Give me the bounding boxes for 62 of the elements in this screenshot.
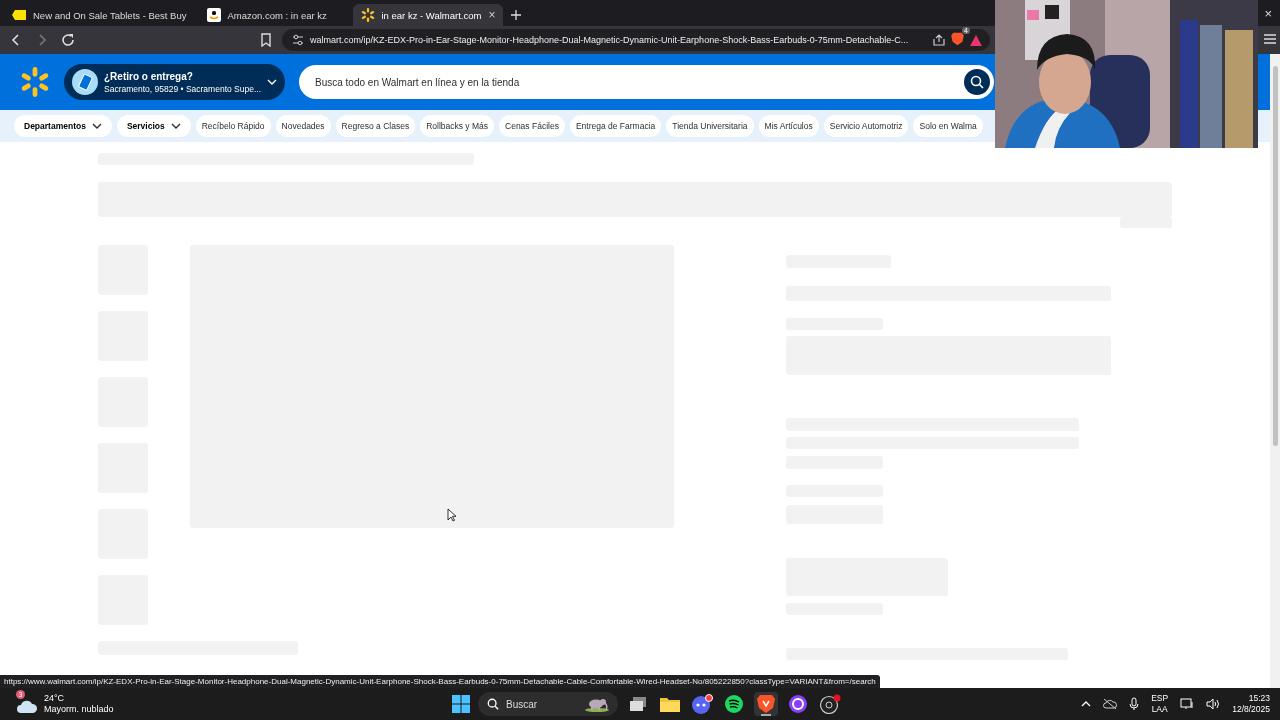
record-icon (819, 694, 841, 714)
category-pill[interactable]: Novedades (275, 115, 331, 137)
new-tab-icon[interactable] (511, 10, 522, 20)
chevron-down-icon (267, 79, 277, 85)
site-settings-icon[interactable] (292, 34, 304, 46)
url-text: walmart.com/ip/KZ-EDX-Pro-in-Ear-Stage-Monitor-Headphone-Dual-Magnetic-Dynamic-Unit-Earphone-Shock-Bass-Earbuds-0-75mm-Detachable-C... (310, 35, 910, 45)
discord-icon (691, 694, 713, 714)
category-pill[interactable]: Recíbelo Rápido (195, 115, 271, 137)
phone-hand-icon (72, 69, 98, 95)
close-tab-icon[interactable]: × (488, 8, 496, 22)
menu-icon[interactable] (1264, 33, 1276, 45)
category-pill[interactable]: Solo en Walma (913, 115, 983, 137)
category-pill[interactable]: Servicios (116, 115, 191, 137)
cloud-off-icon[interactable] (1103, 698, 1118, 710)
network-icon[interactable] (1180, 698, 1195, 710)
category-pill[interactable]: Servicio Automotriz (823, 115, 909, 137)
category-pill[interactable]: Rollbacks y Más (420, 115, 495, 137)
taskbar-search-field[interactable]: Buscar (478, 692, 618, 716)
reload-icon[interactable] (60, 32, 76, 48)
cloud-icon (16, 698, 38, 714)
spark-logo-icon (360, 8, 375, 22)
windows-start-icon[interactable] (452, 695, 470, 713)
status-url: https://www.walmart.com/ip/KZ-EDX-Pro-in-Ear-Stage-Monitor-Headphone-Dual-Magnetic-Dynamic-Unit-Earphone-Shock-Bass-Earbuds-0-75mm-Detachable-Cable-Comfortable-Wired-Headset-No/805222850?classType=VARIANT&from=/search (0, 675, 880, 688)
tag-icon (12, 10, 26, 20)
browser-tab[interactable]: New and On Sale Tablets - Best Buy (4, 4, 195, 26)
elephant-icon (584, 696, 610, 712)
search-field[interactable]: Busca todo en Walmart en línea y en la tienda (299, 65, 994, 99)
spotify-icon (725, 695, 743, 713)
taskbar-app[interactable] (722, 692, 746, 716)
spark-logo-icon (20, 67, 50, 97)
category-pill[interactable]: Regreso a Clases (335, 115, 416, 137)
microphone-icon[interactable] (1129, 697, 1140, 711)
category-pill[interactable]: Tienda Universitaria (666, 115, 754, 137)
close-window-icon[interactable]: × (1264, 6, 1272, 21)
category-pill[interactable]: Cenas Fáciles (499, 115, 565, 137)
category-pill[interactable]: Departamentos (14, 115, 112, 137)
category-pill[interactable]: Entrega de Farmacia (569, 115, 662, 137)
volume-icon[interactable] (1206, 698, 1221, 710)
cursor-icon (447, 508, 456, 522)
delivery-selector[interactable]: ¿Retiro o entrega? Sacramento, 95829 • Sacramento Supe... (64, 64, 285, 100)
triangle-icon[interactable] (970, 34, 982, 46)
ring-icon (789, 695, 807, 713)
search-icon (970, 75, 984, 89)
taskbar-app[interactable] (754, 692, 778, 716)
scrollbar[interactable] (1270, 54, 1280, 688)
browser-tab[interactable]: Amazon.com : in ear kz (198, 4, 349, 26)
taskbar-app[interactable] (786, 692, 810, 716)
bookmark-icon[interactable] (260, 33, 272, 47)
language-indicator[interactable]: ESP LAA (1151, 693, 1169, 715)
search-icon (487, 698, 499, 710)
chevron-up-icon[interactable] (1081, 701, 1092, 707)
chevron-down-icon (170, 123, 181, 129)
smile-logo-icon (206, 8, 221, 22)
clock[interactable]: 15:23 12/8/2025 (1232, 693, 1270, 715)
browser-tab[interactable]: in ear kz - Walmart.com × (352, 4, 504, 26)
share-icon[interactable] (933, 34, 945, 46)
chevron-down-icon (91, 123, 102, 129)
taskbar-app[interactable] (818, 692, 842, 716)
folder-icon (660, 696, 680, 712)
windows-stack-icon (629, 696, 647, 712)
category-pill[interactable]: Mis Artículos (758, 115, 819, 137)
taskbar-app[interactable] (690, 692, 714, 716)
